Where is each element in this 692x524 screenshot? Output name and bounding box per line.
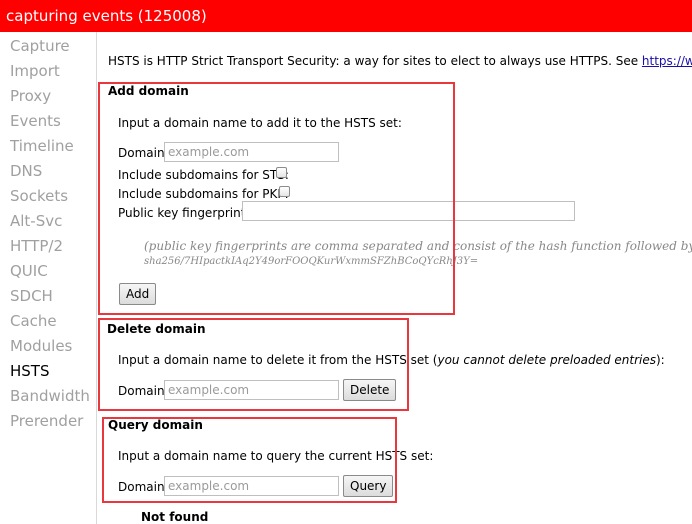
fingerprints-input[interactable]: [242, 201, 575, 221]
add-domain-title: Add domain: [108, 84, 189, 98]
sidebar-item-import[interactable]: Import: [10, 62, 60, 80]
delete-button[interactable]: Delete: [343, 379, 397, 401]
sidebar-nav: Capture Import Proxy Events Timeline DNS…: [0, 32, 97, 524]
delete-description-prefix: Input a domain name to delete it from th…: [118, 353, 438, 367]
sidebar-item-http2[interactable]: HTTP/2: [10, 237, 63, 255]
sidebar-item-quic[interactable]: QUIC: [10, 262, 48, 280]
sidebar-item-alt-svc[interactable]: Alt-Svc: [10, 212, 62, 230]
sidebar-item-capture[interactable]: Capture: [10, 37, 70, 55]
query-domain-description: Input a domain name to query the current…: [118, 449, 434, 463]
query-domain-title: Query domain: [108, 418, 203, 432]
sidebar-item-hsts[interactable]: HSTS: [10, 362, 50, 380]
intro-description: HSTS is HTTP Strict Transport Security: …: [108, 54, 642, 68]
sts-subdomains-label: Include subdomains for STS:: [118, 168, 289, 182]
add-domain-label: Domain:: [118, 146, 169, 160]
window-title: capturing events (125008): [6, 7, 207, 25]
sidebar-item-sdch[interactable]: SDCH: [10, 287, 53, 305]
delete-domain-description: Input a domain name to delete it from th…: [118, 353, 665, 367]
delete-description-italic: you cannot delete preloaded entries: [437, 353, 656, 367]
pkp-subdomains-checkbox[interactable]: [279, 186, 290, 197]
query-domain-label: Domain:: [118, 480, 169, 494]
delete-domain-input[interactable]: [164, 380, 339, 400]
window-title-bar: capturing events (125008): [0, 0, 692, 32]
add-button[interactable]: Add: [119, 283, 157, 305]
delete-domain-title: Delete domain: [107, 322, 206, 336]
sidebar-item-cache[interactable]: Cache: [10, 312, 57, 330]
add-domain-input[interactable]: [164, 142, 339, 162]
fingerprints-label: Public key fingerprints:: [118, 206, 256, 220]
sidebar-item-modules[interactable]: Modules: [10, 337, 72, 355]
query-result: Not found: [141, 510, 209, 524]
fingerprint-example: sha256/7HIpactkIAq2Y49orFOOQKurWxmmSFZhB…: [144, 256, 479, 267]
intro-text: HSTS is HTTP Strict Transport Security: …: [108, 54, 692, 68]
sts-subdomains-checkbox[interactable]: [276, 167, 287, 178]
delete-description-suffix: ):: [655, 353, 665, 367]
delete-domain-label: Domain:: [118, 384, 169, 398]
sidebar-item-timeline[interactable]: Timeline: [10, 137, 74, 155]
sidebar-item-sockets[interactable]: Sockets: [10, 187, 68, 205]
sidebar-item-bandwidth[interactable]: Bandwidth: [10, 387, 90, 405]
pkp-subdomains-label: Include subdomains for PKP:: [118, 187, 289, 201]
sidebar-item-prerender[interactable]: Prerender: [10, 412, 83, 430]
query-domain-input[interactable]: [164, 476, 339, 496]
sidebar-item-events[interactable]: Events: [10, 112, 61, 130]
chromium-link[interactable]: https://www.chromium: [642, 54, 692, 68]
sidebar-item-proxy[interactable]: Proxy: [10, 87, 51, 105]
fingerprints-note: (public key fingerprints are comma separ…: [144, 239, 692, 253]
hsts-main-panel: HSTS is HTTP Strict Transport Security: …: [98, 32, 692, 524]
sidebar-item-dns[interactable]: DNS: [10, 162, 42, 180]
query-button[interactable]: Query: [343, 475, 394, 497]
add-domain-description: Input a domain name to add it to the HST…: [118, 116, 402, 130]
